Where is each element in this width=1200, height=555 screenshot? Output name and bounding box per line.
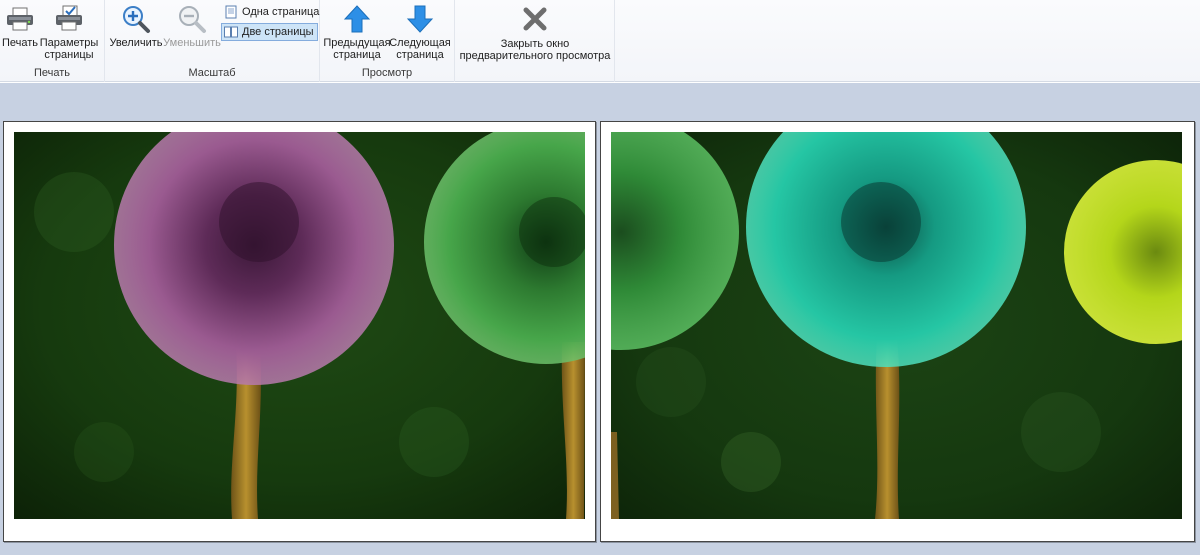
ribbon-toolbar: Печать Параметры страницы Печать Увеличи… bbox=[0, 0, 1200, 82]
zoom-group: Увеличить Уменьшить Одна страница Две ст… bbox=[105, 0, 320, 82]
two-pages-icon bbox=[224, 25, 238, 39]
page-right bbox=[600, 121, 1195, 542]
next-page-button[interactable]: Следующая страница bbox=[389, 2, 451, 61]
dandelions-photo-right bbox=[611, 132, 1182, 519]
print-group: Печать Параметры страницы Печать bbox=[0, 0, 105, 82]
close-preview-label-1: Закрыть окно bbox=[500, 38, 570, 50]
page-setup-label-2: страницы bbox=[44, 49, 94, 61]
page-setup-label-1: Параметры bbox=[39, 37, 99, 49]
arrow-down-icon bbox=[404, 2, 436, 36]
next-page-label-1: Следующая bbox=[389, 37, 451, 49]
close-preview-label-2: предварительного просмотра bbox=[459, 50, 611, 62]
two-pages-button[interactable]: Две страницы bbox=[221, 23, 318, 41]
page-left bbox=[3, 121, 596, 542]
zoom-out-icon bbox=[176, 2, 208, 36]
zoom-group-label: Масштаб bbox=[188, 67, 236, 79]
print-group-label: Печать bbox=[33, 67, 71, 79]
one-page-icon bbox=[224, 5, 238, 19]
zoom-in-button[interactable]: Увеличить bbox=[109, 2, 163, 49]
page-setup-button[interactable]: Параметры страницы bbox=[40, 2, 98, 61]
close-icon bbox=[519, 2, 551, 36]
preview-area bbox=[0, 83, 1200, 555]
view-group: Предыдущая страница Следующая страница П… bbox=[320, 0, 455, 82]
view-group-label: Просмотр bbox=[361, 67, 413, 79]
close-group: Закрыть окно предварительного просмотра bbox=[455, 0, 615, 82]
one-page-button[interactable]: Одна страница bbox=[221, 3, 323, 21]
two-pages-label: Две страницы bbox=[242, 26, 314, 38]
previous-page-button[interactable]: Предыдущая страница bbox=[323, 2, 391, 61]
one-page-label: Одна страница bbox=[242, 6, 320, 18]
arrow-up-icon bbox=[341, 2, 373, 36]
zoom-out-button[interactable]: Уменьшить bbox=[163, 2, 221, 49]
zoom-out-label: Уменьшить bbox=[163, 37, 221, 49]
page-setup-icon bbox=[53, 2, 85, 36]
zoom-in-label: Увеличить bbox=[109, 37, 163, 49]
print-button-label: Печать bbox=[1, 37, 39, 49]
printer-icon bbox=[4, 2, 36, 36]
close-preview-button[interactable]: Закрыть окно предварительного просмотра bbox=[459, 2, 611, 62]
previous-page-label-1: Предыдущая bbox=[323, 37, 391, 49]
print-button[interactable]: Печать bbox=[2, 2, 38, 49]
zoom-in-icon bbox=[120, 2, 152, 36]
dandelions-photo-left bbox=[14, 132, 585, 519]
previous-page-label-2: страница bbox=[333, 49, 381, 61]
next-page-label-2: страница bbox=[396, 49, 444, 61]
